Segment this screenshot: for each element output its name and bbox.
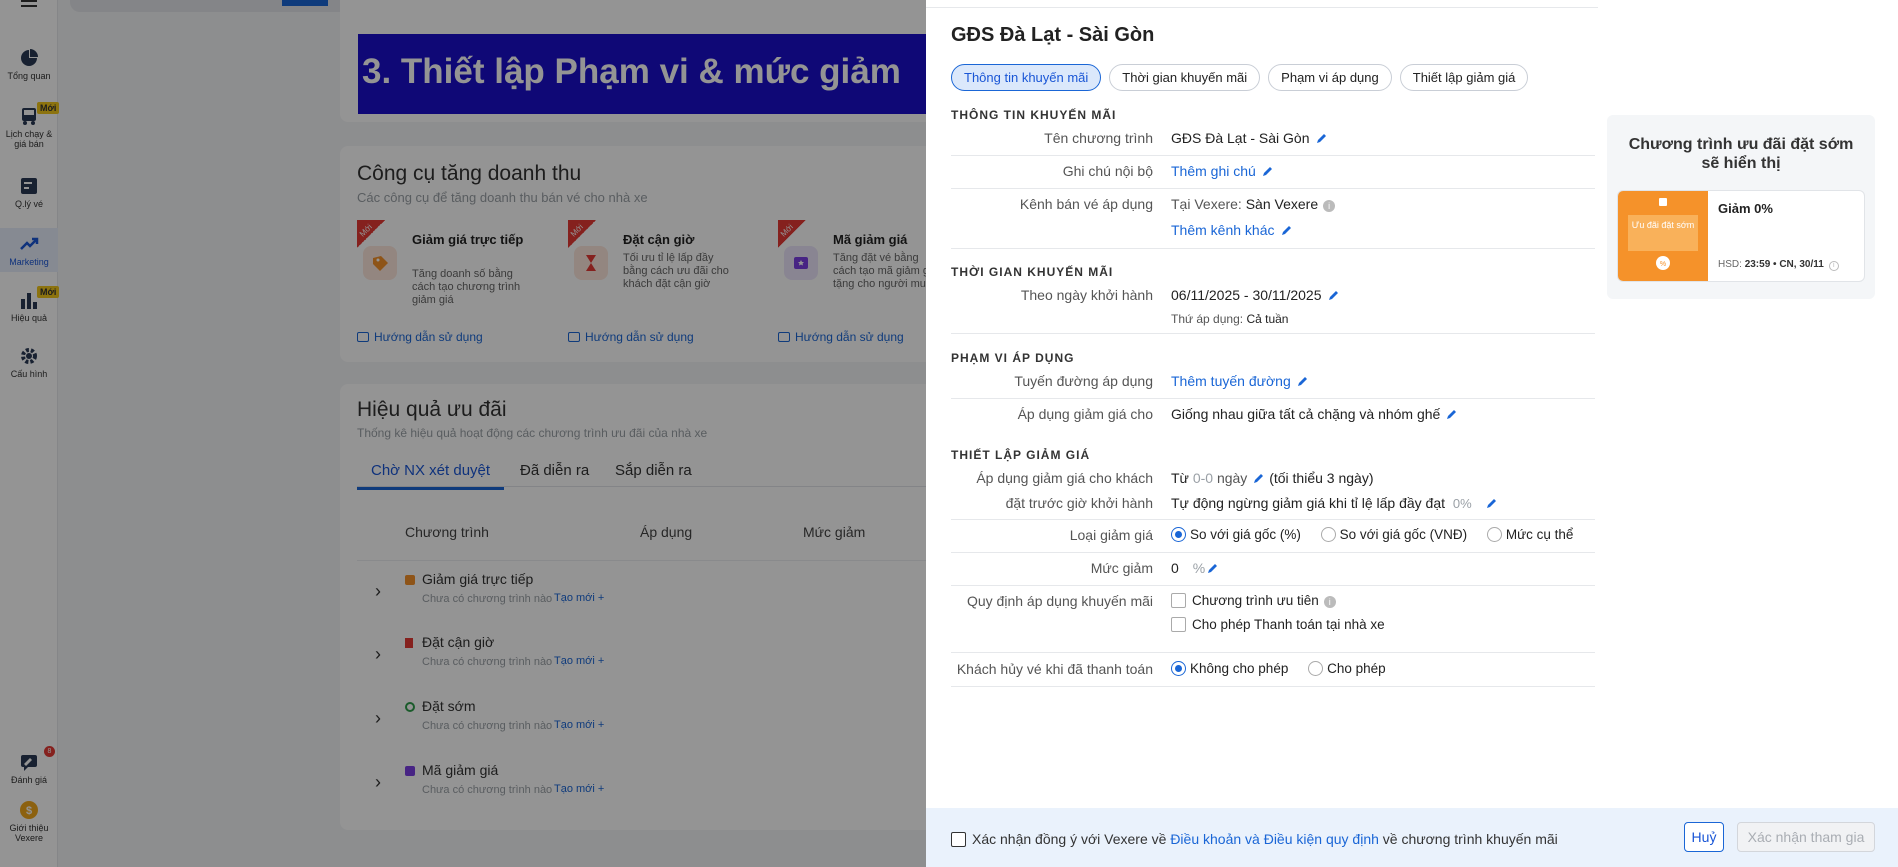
section-heading: THIẾT LẬP GIẢM GIÁ xyxy=(951,448,1091,462)
coupon-expiry: HSD: 23:59 • CN, 30/11 i xyxy=(1718,259,1839,271)
edit-icon[interactable] xyxy=(1446,408,1458,420)
section-heading: THỜI GIAN KHUYẾN MÃI xyxy=(951,265,1114,279)
auto-stop-value: Tự động ngừng giảm giá khi tỉ lệ lấp đầy… xyxy=(1171,495,1498,511)
field-label: Mức giảm xyxy=(1090,560,1153,576)
discount-level-value: 0 % xyxy=(1171,560,1219,576)
channel-value: Tại Vexere: Sàn Vexere i xyxy=(1171,196,1336,212)
row-apply-for: Áp dụng giảm giá cho Giống nhau giữa tất… xyxy=(951,406,1595,432)
field-label: Khách hủy vé khi đã thanh toán xyxy=(956,661,1153,677)
alarm-icon: % xyxy=(1656,256,1670,270)
discount-type-group: So với giá gốc (%) So với giá gốc (VNĐ) … xyxy=(1171,527,1573,542)
early-days-value: Từ 0-0 ngày (tối thiểu 3 ngày) xyxy=(1171,470,1374,486)
panel-footer: Xác nhận đồng ý với Vexere về Điều khoản… xyxy=(926,808,1898,867)
edit-icon[interactable] xyxy=(1253,472,1265,484)
radio-vnd[interactable]: So với giá gốc (VNĐ) xyxy=(1320,527,1467,542)
tab-promo-info[interactable]: Thông tin khuyến mãi xyxy=(951,64,1102,91)
info-icon[interactable]: i xyxy=(1323,200,1336,212)
radio-fixed[interactable]: Mức cụ thể xyxy=(1486,527,1573,542)
background-page: Tổng quan Mới Lịch chạy & giá bán Q.lý v… xyxy=(0,0,926,867)
row-discount-level: Mức giảm 0 % xyxy=(951,560,1595,586)
row-route: Tuyến đường áp dụng Thêm tuyến đường xyxy=(951,373,1595,399)
field-label: Ghi chú nội bộ xyxy=(1062,163,1153,179)
add-note-link[interactable]: Thêm ghi chú xyxy=(1171,163,1274,179)
row-sales-channel: Kênh bán vé áp dụng Tại Vexere: Sàn Vexe… xyxy=(951,196,1595,250)
preview-card: Chương trình ưu đãi đặt sớm sẽ hiển thị … xyxy=(1607,115,1875,299)
weekday-value: Thứ áp dụng: Cả tuần xyxy=(1171,312,1289,326)
program-name-value: GĐS Đà Lạt - Sài Gòn xyxy=(1171,130,1328,146)
edit-icon[interactable] xyxy=(1262,165,1274,177)
cancel-button[interactable]: Huỷ xyxy=(1684,822,1724,852)
confirm-button[interactable]: Xác nhận tham gia xyxy=(1737,822,1875,852)
field-label: Kênh bán vé áp dụng xyxy=(1019,196,1153,212)
row-program-name: Tên chương trình GĐS Đà Lạt - Sài Gòn xyxy=(951,130,1595,156)
field-label: Loại giảm giá xyxy=(1069,527,1153,543)
svg-text:%: % xyxy=(1660,261,1666,268)
checkbox-priority[interactable]: Chương trình ưu tiên i xyxy=(1171,593,1336,608)
add-channel-link[interactable]: Thêm kênh khác xyxy=(1171,222,1293,238)
field-label: Tên chương trình xyxy=(1044,130,1153,146)
radio-percent[interactable]: So với giá gốc (%) xyxy=(1171,527,1301,542)
row-discount-type: Loại giảm giá So với giá gốc (%) So với … xyxy=(951,527,1595,553)
field-label: Áp dụng giảm giá cho xyxy=(1017,406,1153,422)
coupon: Ưu đãi đặt sớm % Giảm 0% HSD: 23:59 • CN… xyxy=(1617,190,1865,282)
edit-icon[interactable] xyxy=(1281,224,1293,236)
date-range-value: 06/11/2025 - 30/11/2025 xyxy=(1171,287,1340,303)
section-tabs: Thông tin khuyến mãi Thời gian khuyến mã… xyxy=(951,64,1529,91)
edit-icon[interactable] xyxy=(1297,375,1309,387)
edit-icon[interactable] xyxy=(1328,289,1340,301)
edit-icon[interactable] xyxy=(1207,562,1219,574)
field-label: đặt trước giờ khởi hành xyxy=(1005,495,1153,511)
add-route-link[interactable]: Thêm tuyến đường xyxy=(1171,373,1309,389)
field-label: Tuyến đường áp dụng xyxy=(1014,373,1153,389)
field-label: Áp dụng giảm giá cho khách xyxy=(976,470,1153,486)
coupon-stub: Ưu đãi đặt sớm % xyxy=(1618,191,1708,281)
row-cancel-policy: Khách hủy vé khi đã thanh toán Không cho… xyxy=(951,661,1595,687)
row-internal-note: Ghi chú nội bộ Thêm ghi chú xyxy=(951,163,1595,189)
row-date-range: Theo ngày khởi hành 06/11/2025 - 30/11/2… xyxy=(951,287,1595,331)
tab-scope[interactable]: Phạm vi áp dụng xyxy=(1268,64,1392,91)
edit-icon[interactable] xyxy=(1486,497,1498,509)
section-heading: THÔNG TIN KHUYẾN MÃI xyxy=(951,108,1117,122)
modal-overlay[interactable] xyxy=(0,0,926,867)
apply-for-value: Giống nhau giữa tất cả chặng và nhóm ghế xyxy=(1171,406,1458,422)
tab-discount-setup[interactable]: Thiết lập giảm giá xyxy=(1399,64,1529,91)
radio-not-allowed[interactable]: Không cho phép xyxy=(1171,661,1288,676)
agree-checkbox[interactable]: Xác nhận đồng ý với Vexere về Điều khoản… xyxy=(951,831,1558,847)
radio-allowed[interactable]: Cho phép xyxy=(1308,661,1386,676)
preview-title: Chương trình ưu đãi đặt sớm sẽ hiển thị xyxy=(1628,136,1854,172)
tab-promo-time[interactable]: Thời gian khuyến mãi xyxy=(1109,64,1261,91)
field-label: Quy định áp dụng khuyến mãi xyxy=(966,593,1153,609)
coupon-tag: Ưu đãi đặt sớm xyxy=(1628,215,1698,251)
coupon-discount: Giảm 0% xyxy=(1718,201,1773,216)
row-early-booking: Áp dụng giảm giá cho khách đặt trước giờ… xyxy=(951,470,1595,514)
bus-icon xyxy=(1659,198,1667,206)
panel-title: GĐS Đà Lạt - Sài Gòn xyxy=(951,24,1155,46)
edit-icon[interactable] xyxy=(1316,132,1328,144)
section-heading: PHẠM VI ÁP DỤNG xyxy=(951,351,1075,365)
info-icon[interactable]: i xyxy=(1828,261,1839,271)
info-icon[interactable]: i xyxy=(1323,596,1336,608)
checkbox-pay-at-office[interactable]: Cho phép Thanh toán tại nhà xe xyxy=(1171,617,1385,632)
field-label: Theo ngày khởi hành xyxy=(1020,287,1153,303)
cancel-policy-group: Không cho phép Cho phép xyxy=(1171,661,1386,676)
row-rules: Quy định áp dụng khuyến mãi Chương trình… xyxy=(951,593,1595,647)
terms-link[interactable]: Điều khoản và Điều kiện quy định xyxy=(1170,831,1379,847)
